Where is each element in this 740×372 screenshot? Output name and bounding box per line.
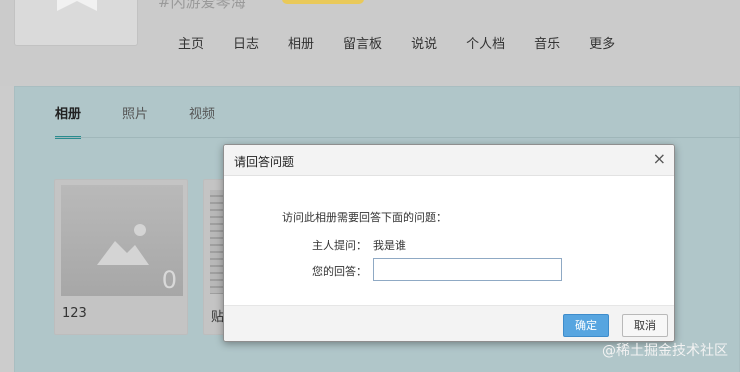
tab-albums[interactable]: 相册 <box>55 103 82 139</box>
nav-profile[interactable]: 个人档 <box>466 33 505 52</box>
nav-more[interactable]: 更多 <box>589 33 615 52</box>
profile-header: #闪游爱琴海 主页 日志 相册 留言板 说说 个人档 音乐 更多 <box>0 0 740 86</box>
dialog-title: 请回答问题 <box>234 155 295 169</box>
answer-label: 您的回答： <box>312 265 367 278</box>
dialog-prompt: 访问此相册需要回答下面的问题： <box>282 211 447 224</box>
cancel-button[interactable]: 取消 <box>622 314 668 337</box>
bookmark-icon <box>57 0 97 11</box>
avatar[interactable] <box>14 0 138 46</box>
nav-blog[interactable]: 日志 <box>233 33 259 52</box>
tab-divider <box>55 137 740 138</box>
main-nav: 主页 日志 相册 留言板 说说 个人档 音乐 更多 <box>178 33 644 52</box>
nav-home[interactable]: 主页 <box>178 33 204 52</box>
question-text: 我是谁 <box>373 239 406 252</box>
site-name: #闪游爱琴海 <box>158 0 246 11</box>
dialog-titlebar: 请回答问题 × <box>224 145 674 176</box>
level-badge <box>282 0 364 4</box>
nav-music[interactable]: 音乐 <box>534 33 560 52</box>
question-label: 主人提问： <box>312 239 367 252</box>
confirm-button[interactable]: 确定 <box>563 314 609 337</box>
album-cover: 0 <box>61 185 183 296</box>
dialog-footer: 确定 取消 <box>224 305 674 341</box>
album-name: 123 <box>62 306 87 321</box>
album-card[interactable]: 0 123 <box>54 179 188 335</box>
nav-guestbook[interactable]: 留言板 <box>343 33 382 52</box>
watermark: @稀土掘金技术社区 <box>602 343 728 359</box>
nav-shuoshuo[interactable]: 说说 <box>411 33 437 52</box>
nav-albums[interactable]: 相册 <box>288 33 314 52</box>
answer-input[interactable] <box>373 258 562 281</box>
album-tabs: 相册 照片 视频 <box>55 103 256 139</box>
question-dialog: 请回答问题 × 访问此相册需要回答下面的问题： 主人提问： 我是谁 您的回答： … <box>223 144 675 342</box>
tab-videos[interactable]: 视频 <box>189 103 215 139</box>
close-icon[interactable]: × <box>653 150 666 168</box>
tab-photos[interactable]: 照片 <box>122 103 148 139</box>
album-photo-count: 0 <box>161 266 177 294</box>
